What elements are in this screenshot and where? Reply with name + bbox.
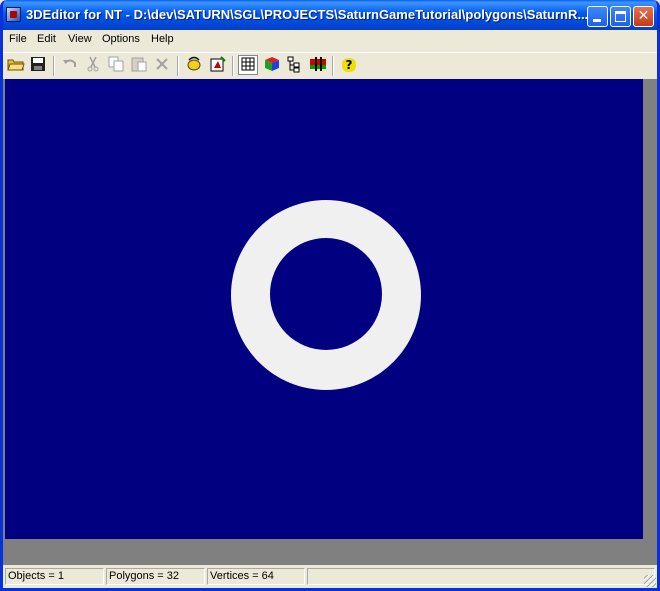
menu-file[interactable]: File [9,33,27,45]
status-objects: Objects = 1 [5,568,104,585]
cut-icon[interactable] [83,55,103,75]
help-glyph: ? [341,58,357,72]
menu-bar: File Edit View Options Help [3,30,657,50]
render-icon[interactable] [208,55,228,75]
paste-icon[interactable] [129,55,149,75]
palette-icon[interactable] [308,55,328,75]
open-folder-icon[interactable] [6,55,26,75]
minimize-button[interactable] [587,6,608,27]
help-icon[interactable]: ? [339,55,359,75]
copy-icon[interactable] [106,55,126,75]
delete-icon[interactable] [152,55,172,75]
grid-icon[interactable] [238,55,258,75]
app-window: 3DEditor for NT - D:\dev\SATURN\SGL\PROJ… [0,0,660,591]
toolbar: ? [3,52,657,79]
maximize-icon [615,11,626,22]
client-area [3,79,657,565]
close-button[interactable]: ✕ [633,6,654,27]
save-icon[interactable] [28,55,48,75]
app-icon[interactable] [6,7,21,22]
title-bar[interactable]: 3DEditor for NT - D:\dev\SATURN\SGL\PROJ… [3,0,657,30]
menu-view[interactable]: View [68,33,92,45]
toolbar-separator [53,56,55,76]
undo-icon[interactable] [60,55,80,75]
tree-icon[interactable] [285,55,305,75]
rotate-icon[interactable] [184,55,204,75]
status-bar: Objects = 1 Polygons = 32 Vertices = 64 [3,565,657,588]
cube-icon[interactable] [262,55,282,75]
toolbar-separator [232,56,234,76]
menu-options[interactable]: Options [102,33,140,45]
maximize-button[interactable] [610,6,631,27]
close-icon: ✕ [637,8,650,24]
resize-grip[interactable] [644,575,656,587]
toolbar-separator [332,56,334,76]
window-title: 3DEditor for NT - D:\dev\SATURN\SGL\PROJ… [26,7,589,22]
ring-hole [270,238,382,350]
minimize-icon [593,19,601,22]
menu-help[interactable]: Help [151,33,174,45]
menu-edit[interactable]: Edit [37,33,56,45]
status-vertices: Vertices = 64 [207,568,305,585]
3d-viewport[interactable] [5,79,643,539]
toolbar-separator [177,56,179,76]
status-empty-pane [307,568,655,585]
ring-object[interactable] [231,200,421,390]
status-polygons: Polygons = 32 [106,568,205,585]
